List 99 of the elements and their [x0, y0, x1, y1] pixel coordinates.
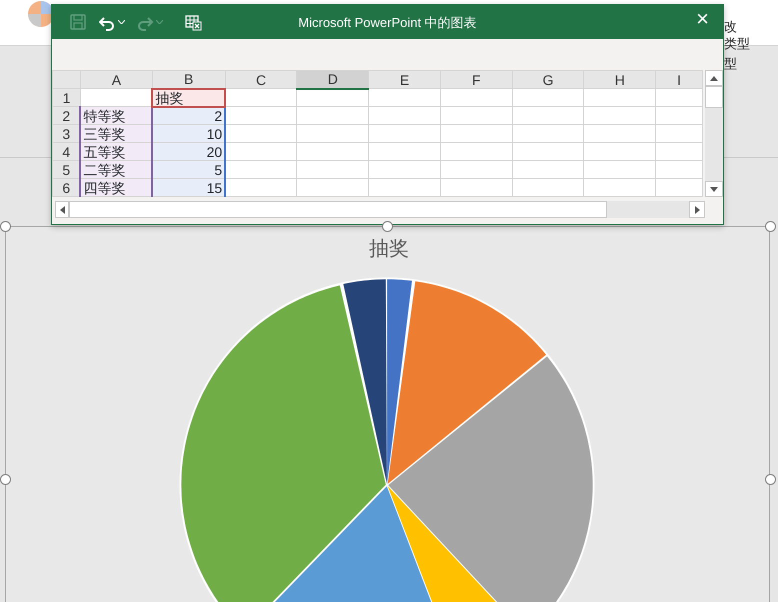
- save-icon: [70, 14, 87, 30]
- table-cell[interactable]: [512, 160, 584, 178]
- scroll-left-button[interactable]: [55, 201, 69, 218]
- column-header[interactable]: G: [512, 70, 584, 88]
- window-title: Microsoft PowerPoint 中的图表: [298, 14, 477, 32]
- table-cell[interactable]: [368, 178, 440, 196]
- scroll-right-button[interactable]: [689, 201, 705, 218]
- spreadsheet-icon: [185, 14, 202, 30]
- pie-slice[interactable]: [181, 285, 386, 602]
- column-header[interactable]: I: [656, 70, 703, 88]
- close-button[interactable]: ×: [692, 8, 713, 30]
- chart-title: 抽奖: [369, 238, 409, 260]
- table-cell[interactable]: [296, 106, 369, 124]
- table-cell[interactable]: [584, 142, 656, 160]
- table-cell[interactable]: [368, 142, 440, 160]
- column-header[interactable]: E: [368, 70, 440, 88]
- column-header[interactable]: A: [80, 70, 152, 88]
- table-cell[interactable]: [584, 106, 656, 124]
- table-cell[interactable]: [656, 160, 703, 178]
- pie-slice[interactable]: [387, 279, 412, 484]
- table-cell[interactable]: 15: [152, 178, 226, 196]
- up-arrow-icon: [710, 76, 718, 80]
- ribbon-label[interactable]: 型: [724, 57, 737, 70]
- table-cell[interactable]: [368, 124, 440, 142]
- right-arrow-icon: [694, 206, 700, 214]
- column-header[interactable]: C: [225, 70, 297, 88]
- table-cell[interactable]: [512, 106, 584, 124]
- table-cell[interactable]: [296, 160, 369, 178]
- table-cell[interactable]: [440, 106, 512, 124]
- row-header[interactable]: 6: [52, 178, 80, 196]
- table-cell[interactable]: 5: [152, 160, 226, 178]
- table-cell[interactable]: [296, 88, 369, 106]
- scroll-up-button[interactable]: [705, 70, 723, 86]
- table-cell[interactable]: [512, 124, 584, 142]
- scroll-thumb[interactable]: [69, 201, 607, 218]
- row-header[interactable]: 2: [52, 106, 80, 124]
- column-header[interactable]: H: [584, 70, 656, 88]
- vertical-scrollbar[interactable]: [705, 70, 723, 197]
- resize-handle[interactable]: [0, 221, 11, 232]
- horizontal-scrollbar[interactable]: [55, 201, 705, 218]
- column-header[interactable]: B: [152, 70, 226, 88]
- caret-icon: [156, 20, 163, 24]
- table-cell[interactable]: 20: [152, 142, 226, 160]
- ribbon-label[interactable]: 改: [724, 20, 737, 33]
- table-cell[interactable]: [440, 88, 512, 106]
- pie-slice[interactable]: [343, 279, 387, 484]
- table-cell[interactable]: [225, 88, 297, 106]
- pie-slice[interactable]: [388, 281, 546, 484]
- resize-handle[interactable]: [765, 221, 776, 232]
- table-cell[interactable]: [584, 88, 656, 106]
- table-cell[interactable]: [512, 88, 584, 106]
- row-header[interactable]: 4: [52, 142, 80, 160]
- table-cell[interactable]: [656, 142, 703, 160]
- column-header[interactable]: F: [440, 70, 512, 88]
- table-cell[interactable]: [225, 178, 297, 196]
- table-cell[interactable]: 二等奖: [80, 160, 152, 178]
- table-cell[interactable]: 抽奖: [152, 88, 226, 106]
- table-cell[interactable]: 三等奖: [80, 124, 152, 142]
- table-cell[interactable]: 四等奖: [80, 178, 152, 196]
- table-cell[interactable]: [656, 124, 703, 142]
- table-cell[interactable]: [656, 178, 703, 196]
- table-cell[interactable]: [440, 160, 512, 178]
- table-cell[interactable]: [440, 124, 512, 142]
- scroll-down-button[interactable]: [705, 181, 723, 197]
- row-header[interactable]: 1: [52, 88, 80, 106]
- column-header[interactable]: D: [296, 70, 369, 88]
- table-cell[interactable]: [584, 124, 656, 142]
- ribbon-label[interactable]: 类型: [724, 37, 750, 50]
- table-cell[interactable]: [225, 142, 297, 160]
- sheet-button[interactable]: [185, 14, 202, 30]
- table-cell[interactable]: 10: [152, 124, 226, 142]
- table-cell[interactable]: [512, 178, 584, 196]
- table-cell[interactable]: [512, 142, 584, 160]
- caret-icon: [118, 20, 125, 24]
- table-cell[interactable]: [225, 124, 297, 142]
- table-cell[interactable]: 特等奖: [80, 106, 152, 124]
- down-arrow-icon: [710, 186, 718, 192]
- row-header[interactable]: 5: [52, 160, 80, 178]
- row-header[interactable]: 3: [52, 124, 80, 142]
- table-cell[interactable]: [440, 142, 512, 160]
- table-cell[interactable]: [296, 142, 369, 160]
- table-cell[interactable]: [440, 178, 512, 196]
- table-cell[interactable]: [368, 88, 440, 106]
- table-cell[interactable]: [225, 106, 297, 124]
- table-cell[interactable]: [296, 178, 369, 196]
- table-cell[interactable]: [584, 160, 656, 178]
- table-cell[interactable]: [656, 106, 703, 124]
- resize-handle[interactable]: [765, 474, 776, 485]
- table-cell[interactable]: [368, 106, 440, 124]
- select-all-corner[interactable]: [52, 70, 80, 88]
- table-cell[interactable]: [225, 160, 297, 178]
- table-cell[interactable]: [368, 160, 440, 178]
- table-cell[interactable]: [296, 124, 369, 142]
- table-cell[interactable]: [584, 178, 656, 196]
- table-cell[interactable]: 五等奖: [80, 142, 152, 160]
- scroll-thumb[interactable]: [705, 86, 723, 108]
- resize-handle[interactable]: [0, 474, 11, 485]
- table-cell[interactable]: [656, 88, 703, 106]
- left-arrow-icon: [60, 206, 64, 214]
